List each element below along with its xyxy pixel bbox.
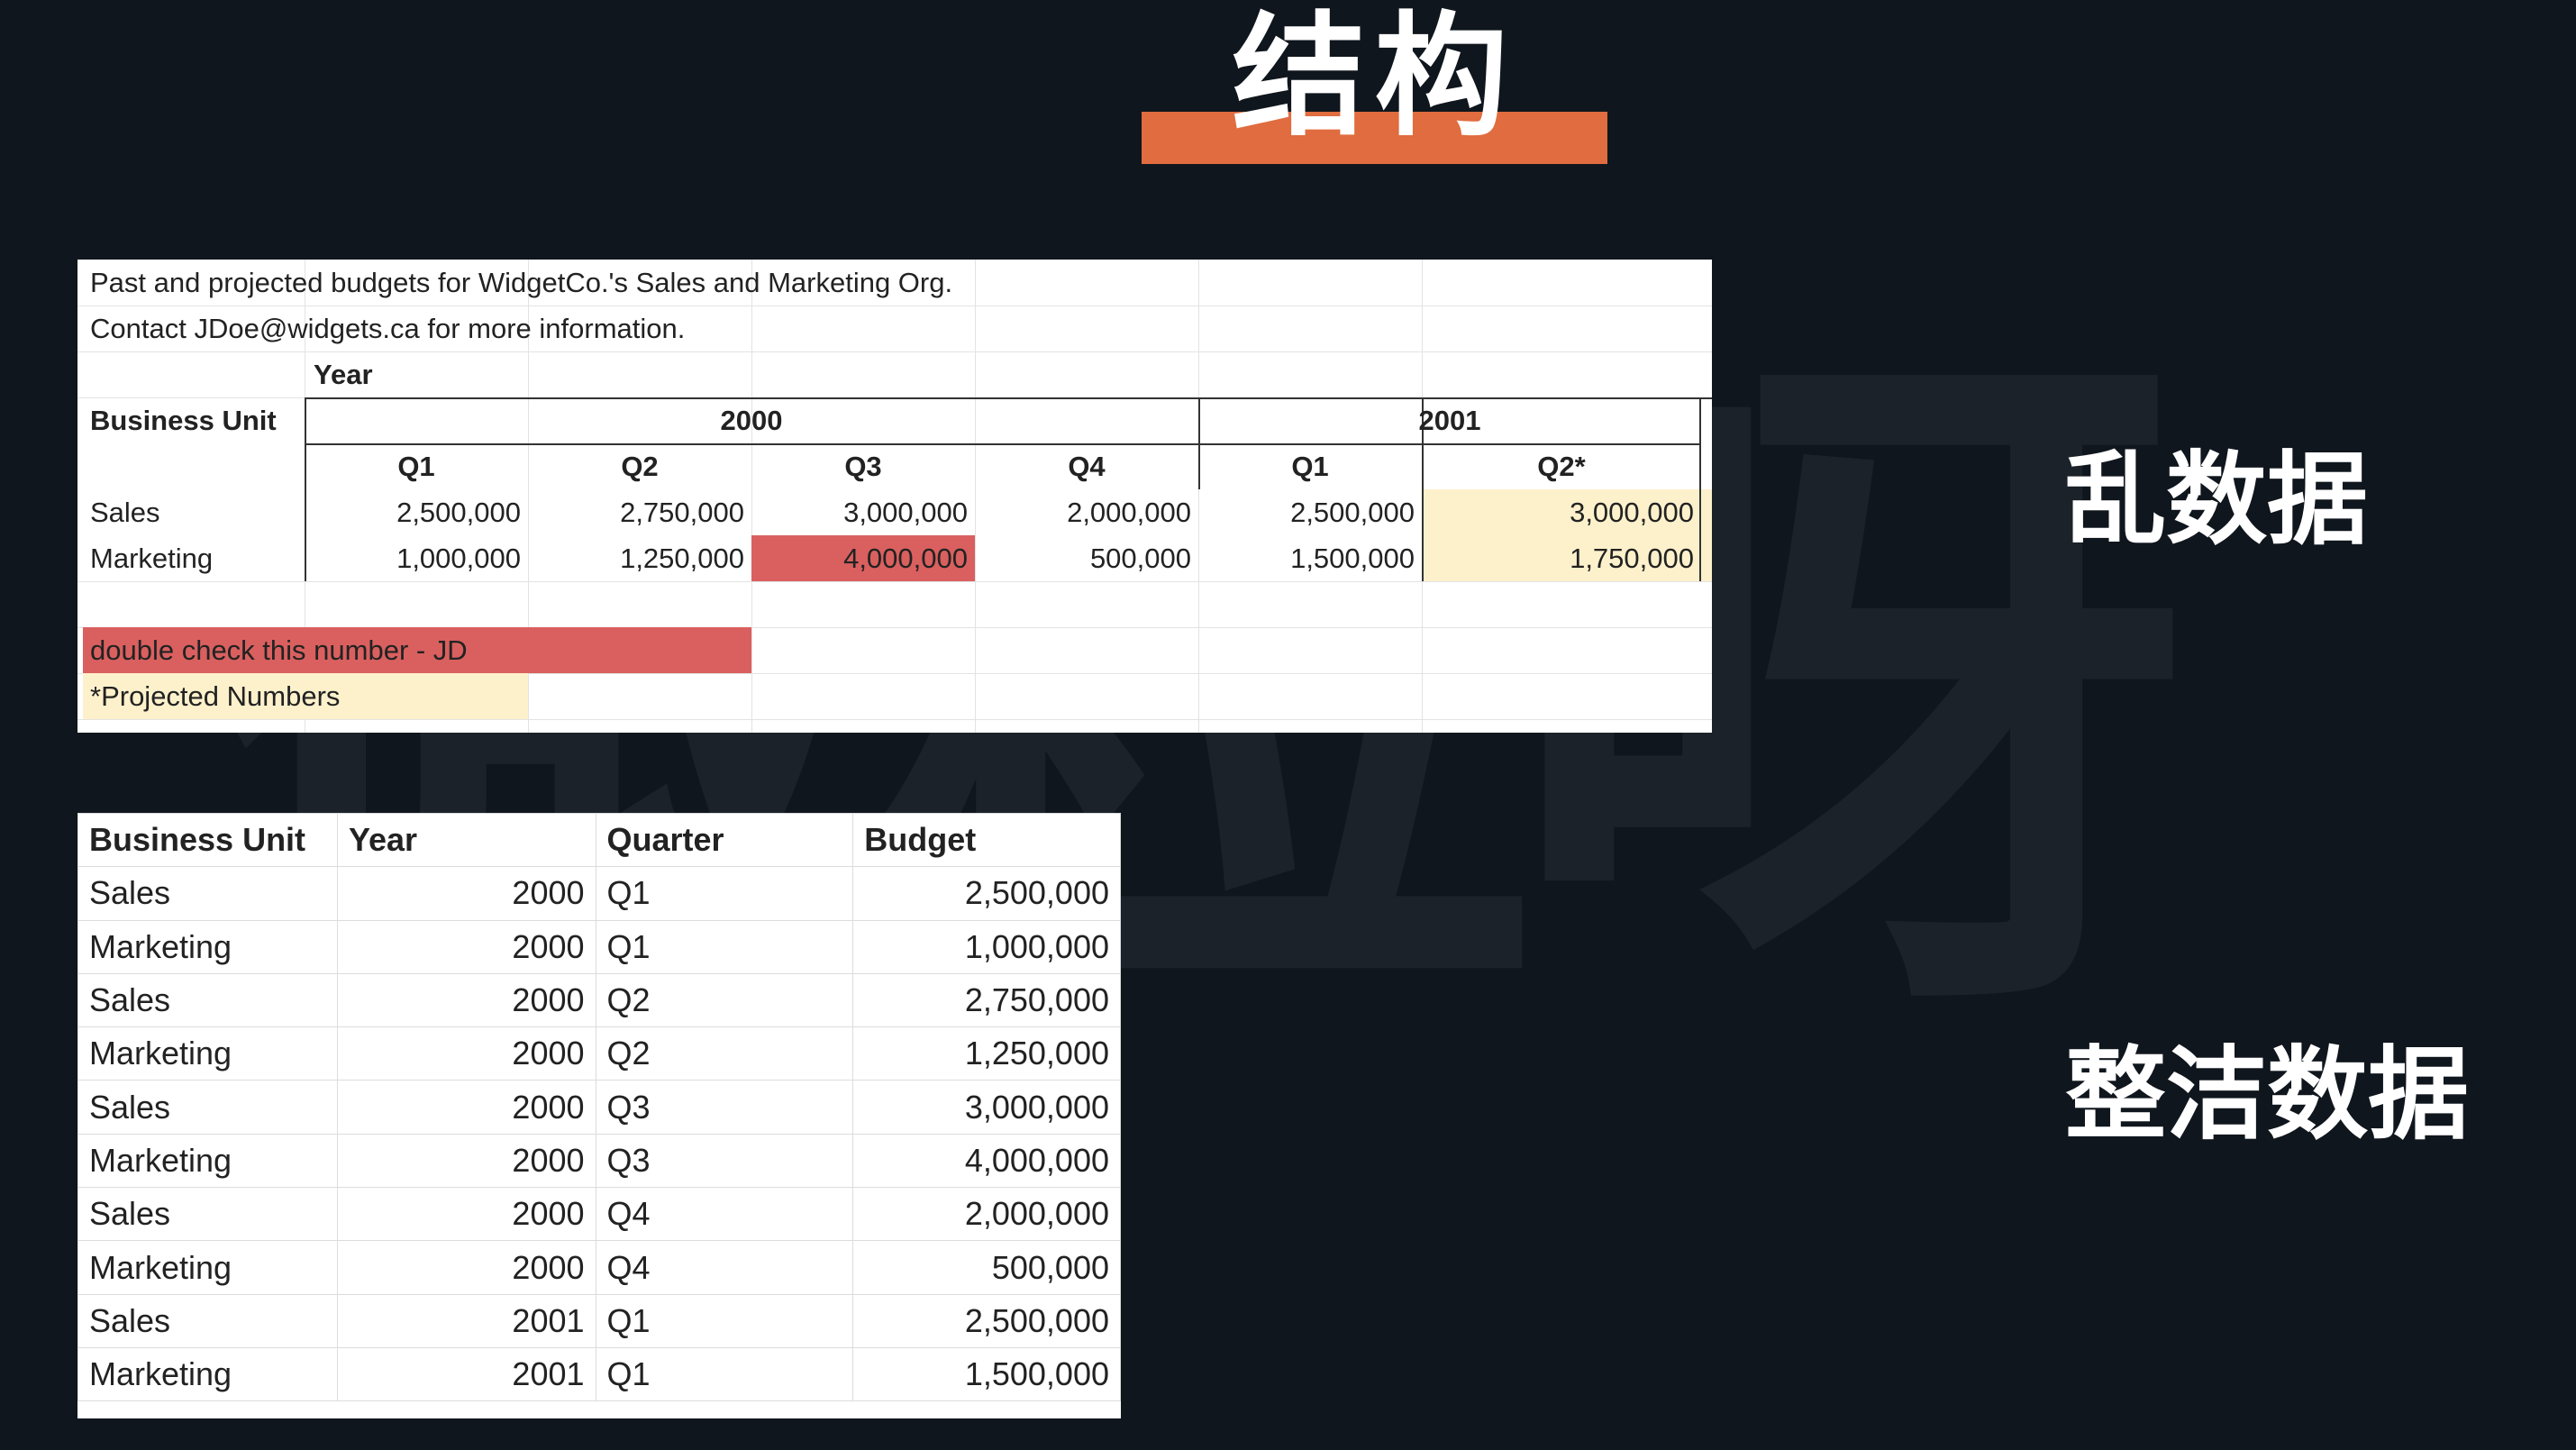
cell-business-unit: Marketing	[77, 1026, 338, 1081]
quarter-header: Q1	[397, 451, 435, 482]
cell-quarter: Q4	[595, 1187, 854, 1242]
cell-quarter: Q3	[595, 1080, 854, 1135]
cell-quarter: Q3	[595, 1133, 854, 1189]
cell-budget: 1,250,000	[852, 1026, 1121, 1081]
cell-year: 2001	[336, 1346, 596, 1402]
cell-budget: 500,000	[852, 1240, 1121, 1295]
cell-year: 2000	[336, 919, 596, 974]
table-row: Sales 2000 Q3 3,000,000	[77, 1080, 1121, 1135]
table-row: Marketing 2000 Q1 1,000,000	[77, 919, 1121, 974]
cell-year: 2001	[336, 1293, 596, 1348]
cell-quarter: Q2	[595, 972, 854, 1028]
cell-year: 2000	[336, 1080, 596, 1135]
cell-business-unit: Marketing	[77, 1133, 338, 1189]
cell-quarter: Q4	[595, 1240, 854, 1295]
tidy-table: Business Unit Year Quarter Budget Sales 2…	[77, 813, 1121, 1418]
cell-quarter: Q1	[595, 919, 854, 974]
budget-cell: 1,000,000	[396, 543, 521, 574]
cell-quarter: Q1	[595, 1293, 854, 1348]
cell-business-unit: Sales	[77, 1293, 338, 1348]
cell-year: 2000	[336, 972, 596, 1028]
cell-business-unit: Marketing	[77, 919, 338, 974]
quarter-header: Q4	[1068, 451, 1106, 482]
quarter-header: Q1	[1291, 451, 1329, 482]
row-unit-label: Marketing	[90, 543, 214, 574]
cell-quarter: Q1	[595, 1346, 854, 1402]
cell-budget: 4,000,000	[852, 1133, 1121, 1189]
messy-spreadsheet: Past and projected budgets for WidgetCo.…	[77, 260, 1712, 733]
quarter-header: Q2	[621, 451, 659, 482]
table-row: Sales 2001 Q1 2,500,000	[77, 1293, 1121, 1348]
cell-quarter: Q2	[595, 1026, 854, 1081]
table-row: Sales 2000 Q2 2,750,000	[77, 972, 1121, 1028]
budget-cell: 3,000,000	[1570, 497, 1694, 528]
header-year: Year	[336, 813, 596, 868]
cell-business-unit: Sales	[77, 1080, 338, 1135]
cell-budget: 3,000,000	[852, 1080, 1121, 1135]
cell-budget: 1,500,000	[852, 1346, 1121, 1402]
table-row: Marketing 2001 Q1 1,500,000	[77, 1346, 1121, 1402]
cell-budget: 2,500,000	[852, 1293, 1121, 1348]
budget-cell: 2,500,000	[1290, 497, 1415, 528]
cell-budget: 2,000,000	[852, 1187, 1121, 1242]
header-quarter: Quarter	[595, 813, 854, 868]
quarter-header: Q3	[844, 451, 882, 482]
cell-year: 2000	[336, 1240, 596, 1295]
header-budget: Budget	[852, 813, 1121, 868]
budget-description-note: Past and projected budgets for WidgetCo.…	[90, 267, 953, 298]
budget-cell: 2,500,000	[396, 497, 521, 528]
cell-budget: 1,000,000	[852, 919, 1121, 974]
contact-note: Contact JDoe@widgets.ca for more informa…	[90, 313, 686, 344]
row-unit-label: Sales	[90, 497, 160, 528]
cell-year: 2000	[336, 1133, 596, 1189]
flagged-budget-cell: 4,000,000	[843, 543, 968, 574]
cell-business-unit: Marketing	[77, 1346, 338, 1402]
budget-cell: 1,250,000	[620, 543, 744, 574]
cell-quarter: Q1	[595, 866, 854, 921]
table-header-row: Business Unit Year Quarter Budget	[77, 813, 1121, 868]
year-label: Year	[314, 359, 373, 390]
budget-cell: 1,500,000	[1290, 543, 1415, 574]
table-row: Marketing 2000 Q3 4,000,000	[77, 1133, 1121, 1189]
page-title: 结构	[1232, 0, 1517, 154]
budget-cell: 2,000,000	[1067, 497, 1191, 528]
year-2001-header: 2001	[1418, 405, 1481, 436]
table-row: Sales 2000 Q1 2,500,000	[77, 866, 1121, 921]
cell-business-unit: Marketing	[77, 1240, 338, 1295]
budget-cell: 3,000,000	[843, 497, 968, 528]
cell-year: 2000	[336, 1026, 596, 1081]
cell-budget: 2,500,000	[852, 866, 1121, 921]
business-unit-label: Business Unit	[90, 405, 277, 436]
budget-cell: 1,750,000	[1570, 543, 1694, 574]
check-note: double check this number - JD	[90, 634, 468, 666]
table-row: Marketing 2000 Q4 500,000	[77, 1240, 1121, 1295]
projected-note: *Projected Numbers	[90, 680, 341, 712]
cell-business-unit: Sales	[77, 972, 338, 1028]
cell-business-unit: Sales	[77, 866, 338, 921]
cell-year: 2000	[336, 1187, 596, 1242]
quarter-header: Q2*	[1537, 451, 1586, 482]
cell-year: 2000	[336, 866, 596, 921]
table-row: Marketing 2000 Q2 1,250,000	[77, 1026, 1121, 1081]
header-business-unit: Business Unit	[77, 813, 338, 868]
year-2000-header: 2000	[720, 405, 783, 436]
table-row: Sales 2000 Q4 2,000,000	[77, 1187, 1121, 1242]
messy-data-label: 乱数据	[2065, 442, 2368, 559]
cell-business-unit: Sales	[77, 1187, 338, 1242]
cell-budget: 2,750,000	[852, 972, 1121, 1028]
budget-cell: 500,000	[1089, 543, 1191, 574]
tidy-data-label: 整洁数据	[2065, 1036, 2469, 1154]
budget-cell: 2,750,000	[620, 497, 744, 528]
